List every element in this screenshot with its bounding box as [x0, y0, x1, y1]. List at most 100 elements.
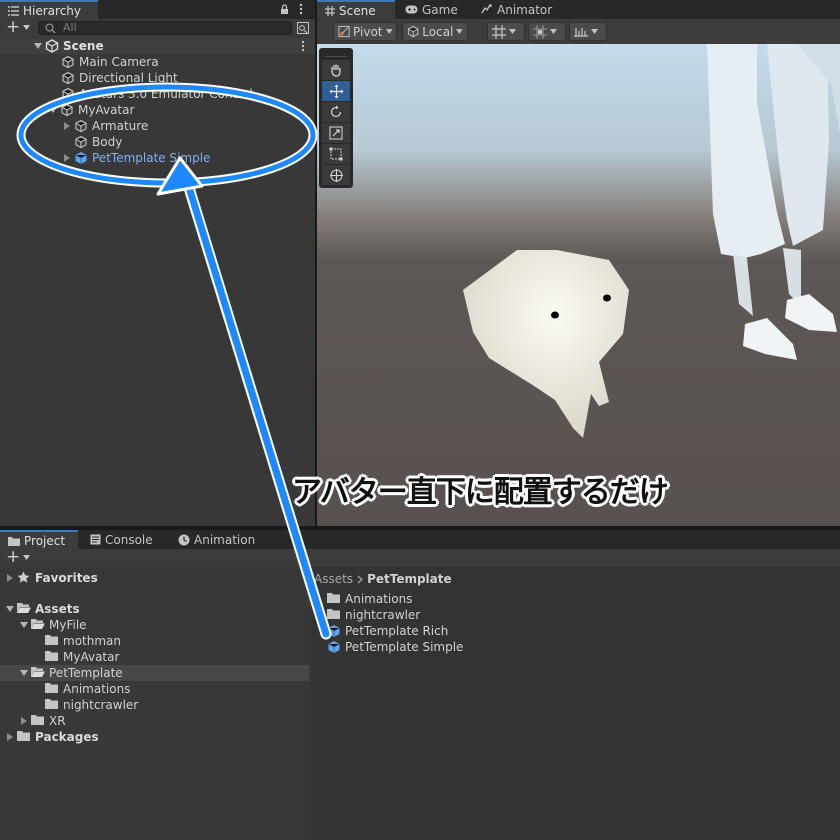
file-item-animations[interactable]: Animations [311, 591, 840, 607]
add-button[interactable]: + [6, 17, 31, 37]
ruler-dropdown[interactable] [569, 22, 607, 41]
item-label: MyAvatar [78, 103, 135, 117]
breadcrumb-current[interactable]: PetTemplate [367, 572, 452, 586]
breadcrumb-assets[interactable]: Assets [314, 572, 353, 586]
grid-snap-dropdown[interactable] [487, 22, 525, 41]
expand-arrow-icon[interactable] [48, 107, 58, 113]
hierarchy-item-pettemplate-simple[interactable]: PetTemplate Simple [0, 150, 315, 166]
dropdown-caret-icon [23, 24, 31, 30]
tree-label: Assets [35, 602, 80, 616]
tree-label: PetTemplate [49, 666, 123, 680]
hierarchy-item-myavatar[interactable]: MyAvatar [0, 102, 315, 118]
hand-tool-button[interactable] [322, 60, 350, 80]
ghost-eye-right [603, 294, 611, 302]
hierarchy-tree: Scene Main Camera Directional Light Avat… [0, 38, 315, 526]
rotate-tool-button[interactable] [322, 102, 350, 122]
scene-tools-overlay [319, 48, 353, 188]
dropdown-caret-icon [23, 554, 31, 560]
tab-console[interactable]: Console [82, 530, 161, 549]
rect-tool-button[interactable] [322, 144, 350, 164]
tree-item-myfile[interactable]: MyFile [0, 617, 309, 633]
file-item-pettemplate-rich[interactable]: PetTemplate Rich [311, 623, 840, 639]
chevron-right-icon [357, 575, 363, 583]
list-icon [8, 5, 19, 16]
tree-label: nightcrawler [63, 698, 139, 712]
scene-name: Scene [63, 39, 104, 53]
file-item-pettemplate-simple[interactable]: PetTemplate Simple [311, 639, 840, 655]
hierarchy-item-main-camera[interactable]: Main Camera [0, 54, 315, 70]
breadcrumb: Assets PetTemplate [314, 572, 452, 586]
hierarchy-item-emulator-control[interactable]: Avatars 3.0 Emulator Control [0, 86, 315, 102]
tree-label: Animations [63, 682, 131, 696]
tree-item-nightcrawler[interactable]: nightcrawler [0, 697, 309, 713]
tools-drag-handle[interactable] [324, 51, 348, 57]
project-contents: Assets PetTemplate Animations nightcrawl… [311, 567, 840, 840]
expand-arrow-icon[interactable] [19, 670, 29, 676]
search-placeholder: All [63, 21, 77, 34]
collapsed-arrow-icon[interactable] [62, 154, 72, 162]
expand-arrow-icon[interactable] [5, 606, 15, 612]
hierarchy-search-input[interactable]: All [38, 21, 292, 35]
tree-item-animations[interactable]: Animations [0, 681, 309, 697]
search-window-icon[interactable] [297, 22, 309, 34]
scene-row[interactable]: Scene [0, 38, 315, 54]
tree-item-myavatar[interactable]: MyAvatar [0, 649, 309, 665]
tab-scene[interactable]: Scene [317, 0, 395, 19]
tree-item-pettemplate[interactable]: PetTemplate [0, 665, 309, 681]
item-label: Armature [92, 119, 149, 133]
clock-icon [178, 534, 190, 545]
kebab-menu-icon[interactable] [299, 3, 303, 15]
scale-tool-button[interactable] [322, 123, 350, 143]
project-toolbar: + [0, 547, 840, 567]
tree-item-favorites[interactable]: Favorites [0, 570, 309, 586]
dropdown-caret-icon [456, 29, 463, 34]
pivot-icon [338, 25, 350, 38]
scene-kebab-icon[interactable] [301, 40, 305, 52]
folder-icon [45, 698, 59, 712]
collapsed-arrow-icon[interactable] [5, 574, 15, 582]
tab-game-label: Game [422, 2, 458, 17]
gameobject-cube-icon [61, 71, 75, 85]
dropdown-caret-icon [509, 29, 516, 34]
hierarchy-item-body[interactable]: Body [0, 134, 315, 150]
prefab-cube-icon [327, 624, 341, 638]
collapsed-arrow-icon[interactable] [5, 733, 15, 741]
local-dropdown[interactable]: Local [402, 22, 468, 41]
expand-arrow-icon[interactable] [33, 43, 43, 49]
lock-icon[interactable] [280, 4, 289, 15]
tab-animation[interactable]: Animation [170, 530, 263, 549]
ghost-eye-left [551, 311, 559, 319]
hierarchy-item-directional-light[interactable]: Directional Light [0, 70, 315, 86]
increment-snap-dropdown[interactable] [528, 22, 566, 41]
file-label: PetTemplate Rich [345, 624, 449, 638]
tab-animator[interactable]: Animator [473, 0, 560, 19]
search-icon [45, 23, 56, 34]
move-tool-button[interactable] [322, 81, 350, 101]
scene-viewport[interactable] [317, 44, 840, 526]
hierarchy-tabbar: Hierarchy [0, 0, 315, 19]
tree-item-assets[interactable]: Assets [0, 601, 309, 617]
hierarchy-item-armature[interactable]: Armature [0, 118, 315, 134]
transform-icon [329, 168, 343, 182]
collapsed-arrow-icon[interactable] [62, 122, 72, 130]
hierarchy-panel: Hierarchy + All Scene Main Camera Direct… [0, 0, 315, 526]
file-item-nightcrawler[interactable]: nightcrawler [311, 607, 840, 623]
scene-tabbar: Scene Game Animator [317, 0, 840, 19]
folder-icon [8, 536, 20, 546]
open-folder-icon [31, 666, 45, 680]
expand-arrow-icon[interactable] [19, 622, 29, 628]
tab-game[interactable]: Game [397, 0, 466, 19]
tree-item-packages[interactable]: Packages [0, 729, 309, 745]
tree-label: XR [49, 714, 66, 728]
tree-item-mothman[interactable]: mothman [0, 633, 309, 649]
collapsed-arrow-icon[interactable] [19, 717, 29, 725]
transform-tool-button[interactable] [322, 165, 350, 185]
tree-item-xr[interactable]: XR [0, 713, 309, 729]
ruler-icon [574, 27, 588, 37]
project-add-button[interactable]: + [6, 547, 31, 567]
folder-icon [17, 730, 31, 744]
move-arrows-icon [329, 84, 343, 98]
add-label: + [6, 17, 21, 37]
item-label: PetTemplate Simple [92, 151, 211, 165]
pivot-dropdown[interactable]: Pivot [333, 22, 397, 41]
